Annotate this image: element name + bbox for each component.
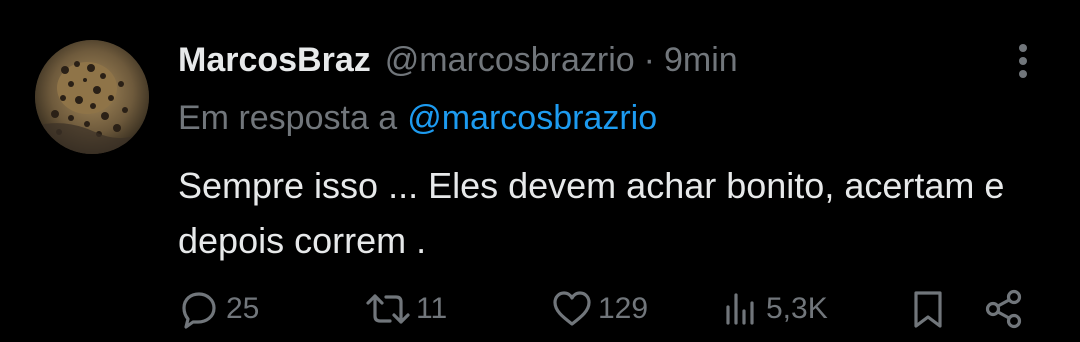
more-options-button[interactable] — [1008, 41, 1038, 81]
reply-button[interactable]: 25 — [176, 284, 259, 334]
share-icon — [985, 289, 1022, 329]
separator-dot: · — [643, 41, 655, 79]
retweet-button[interactable]: 11 — [364, 284, 447, 334]
retweet-count: 11 — [416, 292, 448, 325]
views-button[interactable]: 5,3K — [720, 284, 828, 334]
display-name[interactable]: MarcosBraz — [178, 38, 371, 82]
like-button[interactable]: 129 — [550, 284, 648, 334]
reply-context: Em resposta a @marcosbrazrio — [178, 96, 657, 140]
share-button[interactable] — [981, 284, 1027, 334]
avatar[interactable] — [35, 40, 149, 154]
action-bar: 25 11 129 5,3K — [0, 284, 1080, 334]
bookmark-icon — [914, 291, 942, 328]
tweet-text: Sempre isso ... Eles devem achar bonito,… — [178, 165, 1005, 261]
reply-prefix: Em resposta a — [178, 99, 398, 137]
views-icon — [726, 293, 754, 325]
timestamp[interactable]: 9min — [664, 38, 738, 82]
jaguar-avatar-image — [35, 40, 149, 154]
tweet-header: MarcosBraz @marcosbrazrio · 9min — [178, 38, 738, 82]
like-count: 129 — [598, 292, 649, 325]
retweet-icon — [366, 294, 410, 324]
user-handle[interactable]: @marcosbrazrio — [385, 38, 635, 82]
reply-icon — [182, 292, 216, 329]
more-vertical-icon — [1019, 44, 1027, 78]
view-count: 5,3K — [766, 292, 828, 325]
reply-mention-link[interactable]: @marcosbrazrio — [407, 99, 657, 137]
heart-icon — [553, 291, 591, 326]
bookmark-button[interactable] — [906, 284, 950, 334]
reply-count: 25 — [226, 292, 260, 325]
